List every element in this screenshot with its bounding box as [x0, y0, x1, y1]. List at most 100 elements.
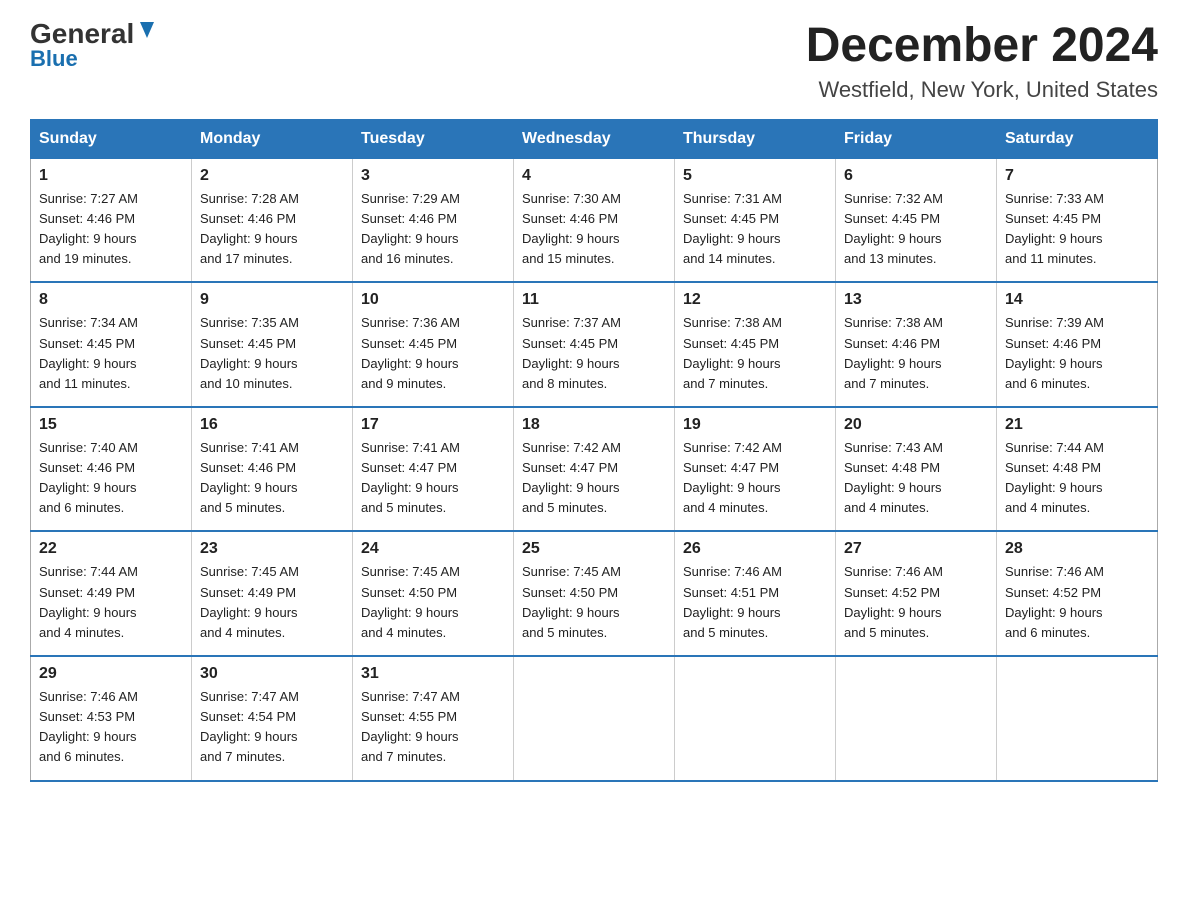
- calendar-cell: 13 Sunrise: 7:38 AMSunset: 4:46 PMDaylig…: [836, 282, 997, 407]
- day-number: 7: [1005, 167, 1149, 185]
- calendar-cell: 27 Sunrise: 7:46 AMSunset: 4:52 PMDaylig…: [836, 531, 997, 656]
- header-monday: Monday: [192, 119, 353, 158]
- day-number: 14: [1005, 291, 1149, 309]
- day-number: 29: [39, 665, 183, 683]
- calendar-cell: [675, 656, 836, 781]
- day-number: 6: [844, 167, 988, 185]
- day-number: 17: [361, 416, 505, 434]
- week-row-4: 22 Sunrise: 7:44 AMSunset: 4:49 PMDaylig…: [31, 531, 1158, 656]
- day-info: Sunrise: 7:34 AMSunset: 4:45 PMDaylight:…: [39, 313, 183, 394]
- day-info: Sunrise: 7:29 AMSunset: 4:46 PMDaylight:…: [361, 189, 505, 270]
- day-info: Sunrise: 7:46 AMSunset: 4:52 PMDaylight:…: [1005, 562, 1149, 643]
- logo-general: General: [30, 20, 134, 48]
- calendar-cell: 18 Sunrise: 7:42 AMSunset: 4:47 PMDaylig…: [514, 407, 675, 532]
- day-number: 1: [39, 167, 183, 185]
- calendar-cell: 5 Sunrise: 7:31 AMSunset: 4:45 PMDayligh…: [675, 158, 836, 282]
- day-number: 30: [200, 665, 344, 683]
- day-info: Sunrise: 7:44 AMSunset: 4:48 PMDaylight:…: [1005, 438, 1149, 519]
- calendar-cell: 3 Sunrise: 7:29 AMSunset: 4:46 PMDayligh…: [353, 158, 514, 282]
- calendar-cell: 19 Sunrise: 7:42 AMSunset: 4:47 PMDaylig…: [675, 407, 836, 532]
- day-number: 2: [200, 167, 344, 185]
- calendar-cell: 31 Sunrise: 7:47 AMSunset: 4:55 PMDaylig…: [353, 656, 514, 781]
- day-info: Sunrise: 7:47 AMSunset: 4:54 PMDaylight:…: [200, 687, 344, 768]
- day-number: 28: [1005, 540, 1149, 558]
- day-number: 16: [200, 416, 344, 434]
- day-number: 9: [200, 291, 344, 309]
- week-row-3: 15 Sunrise: 7:40 AMSunset: 4:46 PMDaylig…: [31, 407, 1158, 532]
- calendar-cell: 28 Sunrise: 7:46 AMSunset: 4:52 PMDaylig…: [997, 531, 1158, 656]
- header-saturday: Saturday: [997, 119, 1158, 158]
- day-number: 27: [844, 540, 988, 558]
- calendar-cell: 29 Sunrise: 7:46 AMSunset: 4:53 PMDaylig…: [31, 656, 192, 781]
- day-info: Sunrise: 7:41 AMSunset: 4:47 PMDaylight:…: [361, 438, 505, 519]
- month-title: December 2024: [806, 20, 1158, 73]
- day-number: 25: [522, 540, 666, 558]
- calendar-cell: 7 Sunrise: 7:33 AMSunset: 4:45 PMDayligh…: [997, 158, 1158, 282]
- day-number: 22: [39, 540, 183, 558]
- day-number: 31: [361, 665, 505, 683]
- calendar-header: SundayMondayTuesdayWednesdayThursdayFrid…: [31, 119, 1158, 158]
- day-info: Sunrise: 7:46 AMSunset: 4:52 PMDaylight:…: [844, 562, 988, 643]
- day-info: Sunrise: 7:38 AMSunset: 4:45 PMDaylight:…: [683, 313, 827, 394]
- day-number: 4: [522, 167, 666, 185]
- calendar-cell: [836, 656, 997, 781]
- day-number: 5: [683, 167, 827, 185]
- day-info: Sunrise: 7:40 AMSunset: 4:46 PMDaylight:…: [39, 438, 183, 519]
- calendar-cell: 24 Sunrise: 7:45 AMSunset: 4:50 PMDaylig…: [353, 531, 514, 656]
- calendar-cell: 21 Sunrise: 7:44 AMSunset: 4:48 PMDaylig…: [997, 407, 1158, 532]
- header-friday: Friday: [836, 119, 997, 158]
- calendar-cell: 11 Sunrise: 7:37 AMSunset: 4:45 PMDaylig…: [514, 282, 675, 407]
- location-title: Westfield, New York, United States: [806, 77, 1158, 103]
- day-info: Sunrise: 7:39 AMSunset: 4:46 PMDaylight:…: [1005, 313, 1149, 394]
- header-wednesday: Wednesday: [514, 119, 675, 158]
- day-info: Sunrise: 7:36 AMSunset: 4:45 PMDaylight:…: [361, 313, 505, 394]
- calendar-cell: 23 Sunrise: 7:45 AMSunset: 4:49 PMDaylig…: [192, 531, 353, 656]
- day-number: 10: [361, 291, 505, 309]
- calendar-cell: 4 Sunrise: 7:30 AMSunset: 4:46 PMDayligh…: [514, 158, 675, 282]
- day-number: 11: [522, 291, 666, 309]
- day-info: Sunrise: 7:27 AMSunset: 4:46 PMDaylight:…: [39, 189, 183, 270]
- week-row-5: 29 Sunrise: 7:46 AMSunset: 4:53 PMDaylig…: [31, 656, 1158, 781]
- day-info: Sunrise: 7:33 AMSunset: 4:45 PMDaylight:…: [1005, 189, 1149, 270]
- page-header: General Blue December 2024 Westfield, Ne…: [30, 20, 1158, 103]
- logo-arrow-icon: [136, 20, 158, 42]
- day-number: 15: [39, 416, 183, 434]
- day-number: 26: [683, 540, 827, 558]
- calendar-cell: 16 Sunrise: 7:41 AMSunset: 4:46 PMDaylig…: [192, 407, 353, 532]
- title-area: December 2024 Westfield, New York, Unite…: [806, 20, 1158, 103]
- day-info: Sunrise: 7:43 AMSunset: 4:48 PMDaylight:…: [844, 438, 988, 519]
- week-row-1: 1 Sunrise: 7:27 AMSunset: 4:46 PMDayligh…: [31, 158, 1158, 282]
- header-tuesday: Tuesday: [353, 119, 514, 158]
- logo: General Blue: [30, 20, 158, 72]
- header-sunday: Sunday: [31, 119, 192, 158]
- calendar-table: SundayMondayTuesdayWednesdayThursdayFrid…: [30, 119, 1158, 782]
- day-number: 8: [39, 291, 183, 309]
- day-number: 24: [361, 540, 505, 558]
- day-info: Sunrise: 7:30 AMSunset: 4:46 PMDaylight:…: [522, 189, 666, 270]
- day-info: Sunrise: 7:32 AMSunset: 4:45 PMDaylight:…: [844, 189, 988, 270]
- day-info: Sunrise: 7:28 AMSunset: 4:46 PMDaylight:…: [200, 189, 344, 270]
- calendar-cell: 6 Sunrise: 7:32 AMSunset: 4:45 PMDayligh…: [836, 158, 997, 282]
- day-info: Sunrise: 7:45 AMSunset: 4:50 PMDaylight:…: [361, 562, 505, 643]
- day-number: 13: [844, 291, 988, 309]
- day-info: Sunrise: 7:31 AMSunset: 4:45 PMDaylight:…: [683, 189, 827, 270]
- day-number: 18: [522, 416, 666, 434]
- day-info: Sunrise: 7:46 AMSunset: 4:51 PMDaylight:…: [683, 562, 827, 643]
- day-number: 19: [683, 416, 827, 434]
- day-info: Sunrise: 7:35 AMSunset: 4:45 PMDaylight:…: [200, 313, 344, 394]
- week-row-2: 8 Sunrise: 7:34 AMSunset: 4:45 PMDayligh…: [31, 282, 1158, 407]
- calendar-cell: 2 Sunrise: 7:28 AMSunset: 4:46 PMDayligh…: [192, 158, 353, 282]
- calendar-cell: [514, 656, 675, 781]
- day-info: Sunrise: 7:38 AMSunset: 4:46 PMDaylight:…: [844, 313, 988, 394]
- calendar-cell: 8 Sunrise: 7:34 AMSunset: 4:45 PMDayligh…: [31, 282, 192, 407]
- day-info: Sunrise: 7:42 AMSunset: 4:47 PMDaylight:…: [522, 438, 666, 519]
- calendar-cell: 17 Sunrise: 7:41 AMSunset: 4:47 PMDaylig…: [353, 407, 514, 532]
- day-info: Sunrise: 7:44 AMSunset: 4:49 PMDaylight:…: [39, 562, 183, 643]
- calendar-cell: 26 Sunrise: 7:46 AMSunset: 4:51 PMDaylig…: [675, 531, 836, 656]
- calendar-cell: 25 Sunrise: 7:45 AMSunset: 4:50 PMDaylig…: [514, 531, 675, 656]
- day-info: Sunrise: 7:41 AMSunset: 4:46 PMDaylight:…: [200, 438, 344, 519]
- calendar-body: 1 Sunrise: 7:27 AMSunset: 4:46 PMDayligh…: [31, 158, 1158, 780]
- calendar-cell: [997, 656, 1158, 781]
- header-row: SundayMondayTuesdayWednesdayThursdayFrid…: [31, 119, 1158, 158]
- calendar-cell: 9 Sunrise: 7:35 AMSunset: 4:45 PMDayligh…: [192, 282, 353, 407]
